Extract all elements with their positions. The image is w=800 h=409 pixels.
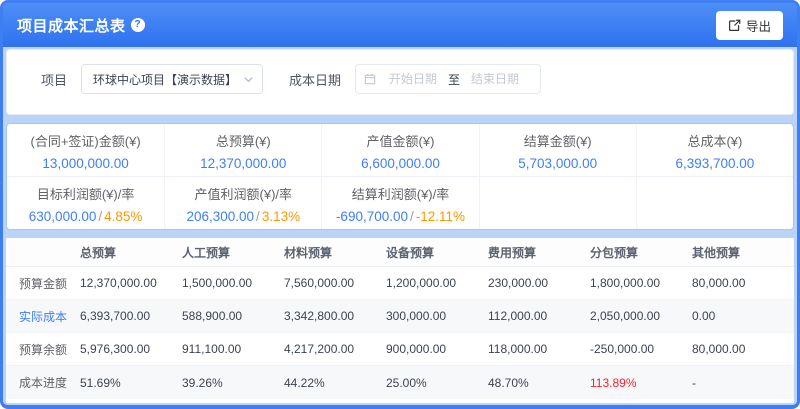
cell: 51.69%: [80, 376, 182, 390]
cost-date-filter-label: 成本日期: [289, 70, 341, 89]
cell: 25.00%: [386, 376, 488, 390]
cell: 300,000.00: [386, 309, 488, 323]
cell: 7,560,000.00: [284, 276, 386, 290]
date-range-picker[interactable]: 至: [355, 64, 541, 94]
cell: -: [692, 376, 794, 390]
row-label: 成本进度: [6, 374, 80, 391]
cell: 1,800,000.00: [590, 276, 692, 290]
cell: 588,900.00: [182, 309, 284, 323]
export-button-label: 导出: [746, 16, 771, 35]
budget-table: 总预算 人工预算 材料预算 设备预算 费用预算 分包预算 其他预算 预算金额 1…: [6, 238, 794, 403]
stat-contract-amount: (合同+签证)金额(¥) 13,000,000.00: [7, 124, 164, 176]
row-label: 预算余额: [6, 341, 80, 358]
cell: 80,000.00: [692, 342, 794, 356]
filter-panel: 项目 环球中心项目【演示数据】 成本日期 至: [6, 49, 794, 115]
stat-total-budget: 总预算(¥) 12,370,000.00: [164, 124, 321, 176]
summary-panel: (合同+签证)金额(¥) 13,000,000.00 总预算(¥) 12,370…: [6, 123, 794, 230]
stat-target-profit: 目标利润额(¥)/率 630,000.00/4.85%: [7, 177, 164, 229]
cell: 6,393,700.00: [80, 309, 182, 323]
cell: 39.26%: [182, 376, 284, 390]
table-row-cost-progress: 成本进度 51.69% 39.26% 44.22% 25.00% 48.70% …: [6, 366, 794, 399]
cell: 12,370,000.00: [80, 276, 182, 290]
stat-settlement-amount: 结算金额(¥) 5,703,000.00: [479, 124, 636, 176]
export-button[interactable]: 导出: [716, 11, 783, 40]
stat-empty-cell: [479, 177, 636, 229]
cell: 1,500,000.00: [182, 276, 284, 290]
row-label: 预算金额: [6, 275, 80, 292]
stat-empty-cell: [636, 177, 793, 229]
project-filter-label: 项目: [41, 70, 67, 89]
calendar-icon: [364, 73, 376, 85]
project-select[interactable]: 环球中心项目【演示数据】: [81, 64, 263, 94]
table-header-row: 总预算 人工预算 材料预算 设备预算 费用预算 分包预算 其他预算: [6, 238, 794, 267]
cell: 900,000.00: [386, 342, 488, 356]
cell: 911,100.00: [182, 342, 284, 356]
column-header-equipment-budget: 设备预算: [386, 244, 488, 261]
stat-settlement-profit: 结算利润额(¥)/率 -690,700.00/-12.11%: [321, 177, 478, 229]
stat-output-profit: 产值利润额(¥)/率 206,300.00/3.13%: [164, 177, 321, 229]
stat-total-cost: 总成本(¥) 6,393,700.00: [636, 124, 793, 176]
cell: 2,050,000.00: [590, 309, 692, 323]
project-select-value: 环球中心项目【演示数据】: [93, 71, 243, 88]
column-header-expense-budget: 费用预算: [488, 244, 590, 261]
cell: 48.70%: [488, 376, 590, 390]
chevron-down-icon: [243, 74, 254, 85]
date-range-separator: 至: [444, 71, 464, 88]
cell: 80,000.00: [692, 276, 794, 290]
help-icon[interactable]: ?: [131, 18, 145, 32]
cell: 0.00: [692, 309, 794, 323]
cell: 5,976,300.00: [80, 342, 182, 356]
cell: 118,000.00: [488, 342, 590, 356]
column-header-subcontract-budget: 分包预算: [590, 244, 692, 261]
cell: 230,000.00: [488, 276, 590, 290]
start-date-input[interactable]: [382, 72, 444, 86]
export-icon: [728, 19, 741, 32]
cell: 44.22%: [284, 376, 386, 390]
actual-cost-link[interactable]: 实际成本: [6, 308, 80, 325]
column-header-material-budget: 材料预算: [284, 244, 386, 261]
cell: -250,000.00: [590, 342, 692, 356]
cell: 1,200,000.00: [386, 276, 488, 290]
page-header: 项目成本汇总表 ? 导出: [3, 3, 797, 47]
summary-row-profits: 目标利润额(¥)/率 630,000.00/4.85% 产值利润额(¥)/率 2…: [7, 176, 793, 229]
column-header-labor-budget: 人工预算: [182, 244, 284, 261]
end-date-input[interactable]: [464, 72, 526, 86]
column-header-other-budget: 其他预算: [692, 244, 794, 261]
stat-output-amount: 产值金额(¥) 6,600,000.00: [321, 124, 478, 176]
cell-overrun-percentage: 113.89%: [590, 376, 692, 390]
page-title: 项目成本汇总表: [17, 15, 126, 36]
summary-row-amounts: (合同+签证)金额(¥) 13,000,000.00 总预算(¥) 12,370…: [7, 124, 793, 176]
table-row-budget-amount: 预算金额 12,370,000.00 1,500,000.00 7,560,00…: [6, 267, 794, 300]
cell: 4,217,200.00: [284, 342, 386, 356]
app-window: 项目成本汇总表 ? 导出 项目 环球中心项目【演示数据】: [0, 0, 800, 409]
cell: 112,000.00: [488, 309, 590, 323]
table-row-actual-cost: 实际成本 6,393,700.00 588,900.00 3,342,800.0…: [6, 300, 794, 333]
column-header-total-budget: 总预算: [80, 244, 182, 261]
table-row-budget-balance: 预算余额 5,976,300.00 911,100.00 4,217,200.0…: [6, 333, 794, 366]
cell: 3,342,800.00: [284, 309, 386, 323]
